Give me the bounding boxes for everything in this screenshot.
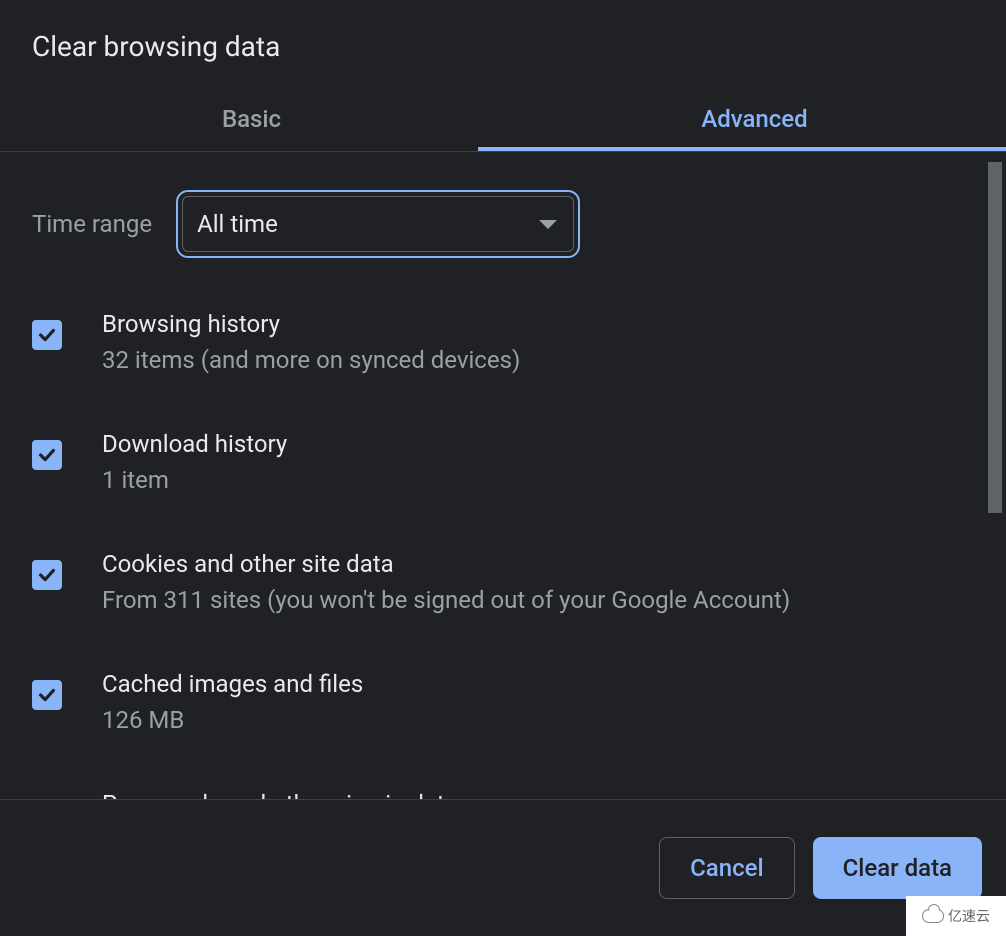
active-tab-indicator bbox=[478, 147, 1006, 151]
dialog-title: Clear browsing data bbox=[0, 0, 1006, 91]
check-icon bbox=[36, 684, 58, 706]
dialog-body: Time range All time Browsing history 32 … bbox=[0, 152, 1006, 800]
option-subtitle: 32 items (and more on synced devices) bbox=[102, 346, 520, 374]
time-range-select[interactable]: All time bbox=[176, 190, 580, 258]
check-icon bbox=[36, 444, 58, 466]
scroll-container[interactable]: Time range All time Browsing history 32 … bbox=[0, 160, 986, 799]
checkbox-download-history[interactable] bbox=[32, 440, 62, 470]
option-title: Browsing history bbox=[102, 310, 520, 338]
option-cookies[interactable]: Cookies and other site data From 311 sit… bbox=[32, 550, 966, 614]
check-icon bbox=[36, 324, 58, 346]
scrollbar[interactable] bbox=[986, 162, 1004, 789]
time-range-row: Time range All time bbox=[32, 190, 966, 258]
option-text: Cookies and other site data From 311 sit… bbox=[102, 550, 790, 614]
option-subtitle: 1 item bbox=[102, 466, 287, 494]
clear-browsing-data-dialog: Clear browsing data Basic Advanced Time … bbox=[0, 0, 1006, 936]
clear-data-button[interactable]: Clear data bbox=[813, 837, 982, 899]
scrollbar-thumb[interactable] bbox=[988, 162, 1002, 513]
tabs: Basic Advanced bbox=[0, 91, 1006, 152]
checkbox-browsing-history[interactable] bbox=[32, 320, 62, 350]
option-text: Cached images and files 126 MB bbox=[102, 670, 363, 734]
tab-advanced[interactable]: Advanced bbox=[503, 91, 1006, 151]
check-icon bbox=[36, 564, 58, 586]
time-range-label: Time range bbox=[32, 210, 152, 238]
select-box: All time bbox=[182, 196, 574, 252]
option-subtitle: 126 MB bbox=[102, 706, 363, 734]
option-title: Download history bbox=[102, 430, 287, 458]
option-title: Cached images and files bbox=[102, 670, 363, 698]
checkbox-cached[interactable] bbox=[32, 680, 62, 710]
option-text: Browsing history 32 items (and more on s… bbox=[102, 310, 520, 374]
cancel-button[interactable]: Cancel bbox=[659, 837, 794, 899]
watermark-text: 亿速云 bbox=[948, 906, 990, 926]
watermark: 亿速云 bbox=[906, 896, 1006, 936]
time-range-value: All time bbox=[197, 210, 278, 238]
dialog-footer: Cancel Clear data bbox=[0, 800, 1006, 936]
option-cached[interactable]: Cached images and files 126 MB bbox=[32, 670, 966, 734]
option-title: Cookies and other site data bbox=[102, 550, 790, 578]
tab-basic[interactable]: Basic bbox=[0, 91, 503, 151]
option-title: Passwords and other sign-in data bbox=[102, 790, 742, 799]
option-browsing-history[interactable]: Browsing history 32 items (and more on s… bbox=[32, 310, 966, 374]
option-passwords[interactable]: Passwords and other sign-in data 8 passw… bbox=[32, 790, 966, 799]
chevron-down-icon bbox=[539, 220, 557, 229]
checkbox-cookies[interactable] bbox=[32, 560, 62, 590]
option-text: Passwords and other sign-in data 8 passw… bbox=[102, 790, 742, 799]
option-download-history[interactable]: Download history 1 item bbox=[32, 430, 966, 494]
option-subtitle: From 311 sites (you won't be signed out … bbox=[102, 586, 790, 614]
option-text: Download history 1 item bbox=[102, 430, 287, 494]
cloud-icon bbox=[922, 909, 944, 923]
